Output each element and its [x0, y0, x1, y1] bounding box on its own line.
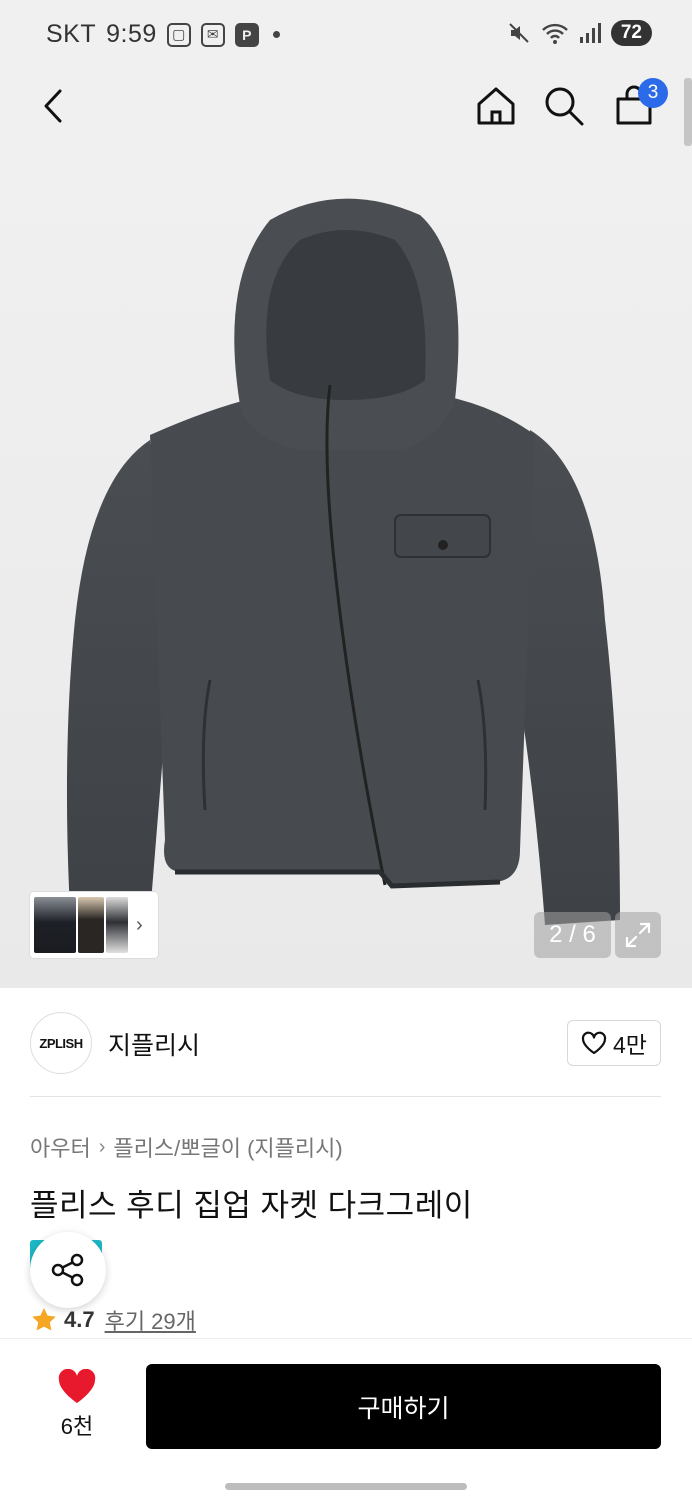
- scrollbar-thumb[interactable]: [684, 78, 692, 146]
- home-indicator[interactable]: [225, 1483, 467, 1490]
- bottom-action-bar: 6천 구매하기: [0, 1338, 692, 1500]
- chevron-left-icon: [44, 89, 62, 123]
- divider: [30, 1096, 661, 1097]
- status-right: 72: [507, 20, 652, 46]
- battery-indicator: 72: [610, 20, 652, 46]
- expand-image-button[interactable]: [615, 912, 661, 958]
- signal-icon: [579, 23, 601, 43]
- breadcrumb-separator-icon: ›: [98, 1135, 106, 1158]
- thumbnail-image[interactable]: [34, 897, 76, 953]
- breadcrumb-item[interactable]: 아우터: [30, 1131, 91, 1163]
- back-button[interactable]: [30, 82, 78, 130]
- carrier-label: SKT: [46, 20, 97, 48]
- cart-count-badge: 3: [638, 78, 668, 108]
- search-button[interactable]: [540, 82, 588, 130]
- review-count-link[interactable]: 후기 29개: [105, 1304, 196, 1336]
- product-title: 플리스 후디 집업 자켓 다크그레이: [30, 1188, 473, 1223]
- thumbnail-image[interactable]: [78, 897, 104, 953]
- notification-dot-icon: [272, 31, 280, 38]
- mail-icon: ✉: [200, 22, 225, 47]
- heart-outline-icon: [581, 1031, 607, 1055]
- product-image-gallery[interactable]: › 2 / 6: [0, 150, 692, 988]
- star-icon: [32, 1308, 56, 1331]
- heart-filled-icon: [58, 1369, 96, 1403]
- rating-value: 4.7: [64, 1307, 95, 1332]
- screenshot-icon: ▢: [166, 22, 191, 47]
- gallery-thumbnail-strip[interactable]: ›: [30, 892, 158, 958]
- wishlist-button[interactable]: 6천: [46, 1369, 108, 1441]
- top-nav: 3: [0, 70, 692, 150]
- buy-button[interactable]: 구매하기: [146, 1364, 661, 1449]
- status-bar: SKT 9:59 ▢ ✉ P 72: [0, 0, 692, 70]
- home-icon: [477, 87, 515, 125]
- clock: 9:59: [106, 20, 157, 48]
- brand-name[interactable]: 지플리시: [108, 1026, 200, 1062]
- share-icon: [51, 1253, 84, 1287]
- wishlist-count: 6천: [60, 1414, 94, 1439]
- gallery-page-indicator: 2 / 6: [534, 912, 611, 958]
- search-icon: [545, 87, 584, 126]
- parking-icon: P: [234, 22, 259, 47]
- brand-logo[interactable]: ZPLISH: [30, 1012, 92, 1074]
- brand-row: ZPLISH 지플리시 4만: [0, 988, 692, 1098]
- brand-like-count: 4만: [613, 1032, 647, 1058]
- breadcrumb: 아우터 › 플리스/뽀글이 (지플리시): [30, 1131, 343, 1163]
- hoodie-jacket-image: [66, 198, 620, 925]
- rating-row: 4.7 후기 29개: [30, 1304, 196, 1336]
- cart-button[interactable]: 3: [610, 78, 668, 130]
- expand-icon: [625, 922, 651, 948]
- share-button[interactable]: [30, 1232, 106, 1308]
- home-button[interactable]: [472, 82, 520, 130]
- status-left: SKT 9:59 ▢ ✉ P: [46, 20, 280, 49]
- thumbnail-image[interactable]: [106, 897, 128, 953]
- breadcrumb-item[interactable]: 플리스/뽀글이 (지플리시): [113, 1131, 342, 1163]
- chevron-right-icon: ›: [136, 913, 143, 936]
- mute-icon: [509, 23, 529, 43]
- wifi-icon: [542, 23, 568, 44]
- brand-like-button[interactable]: 4만: [567, 1020, 661, 1066]
